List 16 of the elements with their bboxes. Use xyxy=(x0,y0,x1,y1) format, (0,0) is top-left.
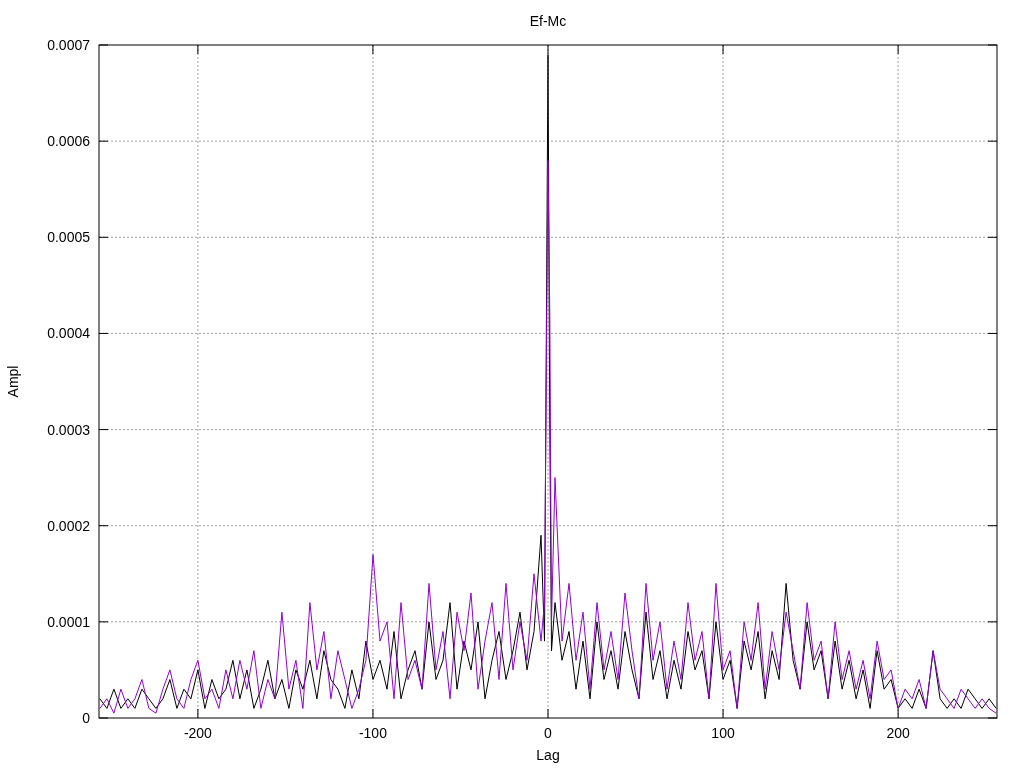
tick-label: 0 xyxy=(82,710,90,726)
tick-label: -100 xyxy=(358,725,387,741)
tick-label: -200 xyxy=(183,725,212,741)
tick-label: 0.0004 xyxy=(47,325,90,342)
tick-label: 0.0001 xyxy=(47,613,90,630)
tick-label: 0.0007 xyxy=(47,37,90,53)
tick-label: 200 xyxy=(886,725,910,741)
axis-label: Lag xyxy=(536,747,560,763)
tick-label: 0.0002 xyxy=(47,517,90,534)
tick-label: 0 xyxy=(544,725,552,741)
tick-label: 0.0003 xyxy=(47,421,90,438)
axis-label: Ampl xyxy=(5,365,21,398)
tick-label: 100 xyxy=(711,725,735,741)
chart-title: Ef-Mc xyxy=(529,13,567,29)
tick-label: 0.0005 xyxy=(47,229,90,246)
tick-label: 0.0006 xyxy=(47,133,90,150)
